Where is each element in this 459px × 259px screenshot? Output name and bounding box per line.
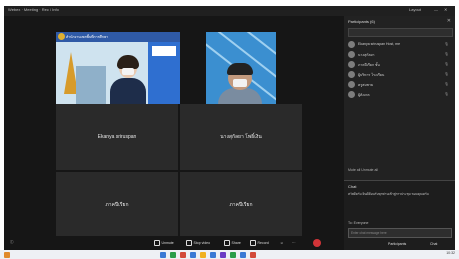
white-panel — [152, 46, 176, 56]
list-item[interactable]: ครูสมชาย 🎙 — [348, 80, 451, 90]
avatar — [348, 91, 355, 98]
mic-icon: 🎙 — [444, 82, 449, 86]
participant-tile[interactable]: นางสุกัลยา โพธิ์เงิน — [180, 104, 302, 170]
os-taskbar: 10:32 — [0, 250, 459, 259]
participant-video — [110, 54, 146, 104]
chat-input[interactable]: Enter chat message here — [348, 228, 452, 238]
avatar — [348, 71, 355, 78]
chat-recipient-select[interactable]: To: Everyone — [348, 221, 368, 225]
close-panel-icon[interactable]: ✕ — [447, 18, 451, 24]
app-icon[interactable] — [190, 251, 196, 258]
info-icon[interactable]: ⓘ — [10, 239, 14, 246]
mic-icon: 🎙 — [444, 62, 449, 66]
avatar — [348, 81, 355, 88]
camera-tile-2 — [206, 32, 276, 104]
start-icon[interactable] — [4, 251, 10, 258]
leave-button[interactable] — [313, 239, 321, 247]
video-stage: สำนักงานเขตพื้นที่การศึกษา Ekanya srirus… — [4, 16, 344, 238]
camera-icon — [186, 239, 192, 246]
avatar — [348, 41, 355, 48]
reactions-button[interactable]: ☺ — [280, 239, 284, 246]
close-icon[interactable]: ✕ — [444, 7, 447, 12]
mute-button[interactable]: Unmute — [154, 239, 174, 246]
app-icon[interactable] — [180, 251, 186, 258]
share-banner: สำนักงานเขตพื้นที่การศึกษา — [56, 32, 180, 42]
list-item[interactable]: นางสุกัลยา 🎙 — [348, 50, 451, 60]
minimize-icon[interactable]: — — [434, 7, 438, 12]
shared-camera-tile: สำนักงานเขตพื้นที่การศึกษา — [56, 32, 180, 104]
record-button[interactable]: Record — [250, 239, 269, 246]
meeting-toolbar: ⓘ Unmute Stop video Share Record ☺ ··· — [4, 236, 344, 250]
panel-title: Participants (6) — [348, 19, 375, 24]
chat-toggle-button[interactable]: Chat — [430, 241, 437, 248]
mic-icon: 🎙 — [444, 72, 449, 76]
participant-name: Ekanya sriruspan — [97, 134, 137, 140]
participant-list: Ekanya sriruspan Host, me 🎙 นางสุกัลยา 🎙 ภ… — [348, 40, 451, 100]
app-icon[interactable] — [210, 251, 216, 258]
chat-panel: Chat สวัสดีครับ ยินดีต้อนรับทุกท่านเข้าส… — [344, 180, 455, 250]
title-bar: Webex · Meeting · Rec / Info Layout — ✕ — [4, 6, 455, 16]
record-icon — [250, 239, 256, 246]
avatar — [348, 61, 355, 68]
participant-tile[interactable]: ภาคปีเรียก — [56, 172, 178, 238]
stop-video-button[interactable]: Stop video — [186, 239, 210, 246]
mic-icon: 🎙 — [444, 52, 449, 56]
mute-all-links[interactable]: Mute all Unmute all — [348, 168, 378, 172]
app-icon[interactable] — [160, 251, 166, 258]
app-icon[interactable] — [230, 251, 236, 258]
layout-button[interactable]: Layout — [409, 7, 421, 12]
building-graphic — [76, 66, 106, 104]
clock: 10:32 — [446, 251, 455, 255]
participant-tile[interactable]: ภาคปีเรียก — [180, 172, 302, 238]
meeting-window: Webex · Meeting · Rec / Info Layout — ✕ … — [4, 6, 455, 250]
app-icon[interactable] — [240, 251, 246, 258]
participant-name: ภาคปีเรียก — [229, 202, 253, 208]
chat-title: Chat — [348, 184, 357, 189]
chat-message: สวัสดีครับ ยินดีต้อนรับทุกท่านเข้าสู่การ… — [348, 192, 429, 196]
list-item[interactable]: ภาคปีเรียก ชั้น 🎙 — [348, 60, 451, 70]
share-icon — [224, 239, 230, 246]
participants-toggle-button[interactable]: Participants — [388, 241, 406, 248]
mic-icon: 🎙 — [444, 92, 449, 96]
search-input[interactable] — [348, 28, 453, 37]
list-item[interactable]: Ekanya sriruspan Host, me 🎙 — [348, 40, 451, 50]
app-icon[interactable] — [250, 251, 256, 258]
participant-name: ภาคปีเรียก — [105, 202, 129, 208]
avatar — [348, 51, 355, 58]
share-button[interactable]: Share — [224, 239, 241, 246]
app-icon[interactable] — [220, 251, 226, 258]
app-title: Webex · Meeting · Rec / Info — [8, 7, 59, 12]
app-icon[interactable] — [200, 251, 206, 258]
list-item[interactable]: ผู้สังเกต 🎙 — [348, 90, 451, 100]
emblem-icon — [58, 33, 65, 40]
participant-name: นางสุกัลยา โพธิ์เงิน — [220, 134, 262, 140]
more-button[interactable]: ··· — [292, 239, 296, 246]
participant-tile[interactable]: Ekanya sriruspan — [56, 104, 178, 170]
panel-toggle-bar: Participants Chat — [348, 241, 451, 249]
mic-icon: 🎙 — [444, 42, 449, 46]
list-item[interactable]: ผู้บริหาร โรงเรียน 🎙 — [348, 70, 451, 80]
mic-icon — [154, 239, 160, 246]
participants-panel: Participants (6) ✕ Ekanya sriruspan Host… — [344, 16, 455, 250]
app-icon[interactable] — [170, 251, 176, 258]
